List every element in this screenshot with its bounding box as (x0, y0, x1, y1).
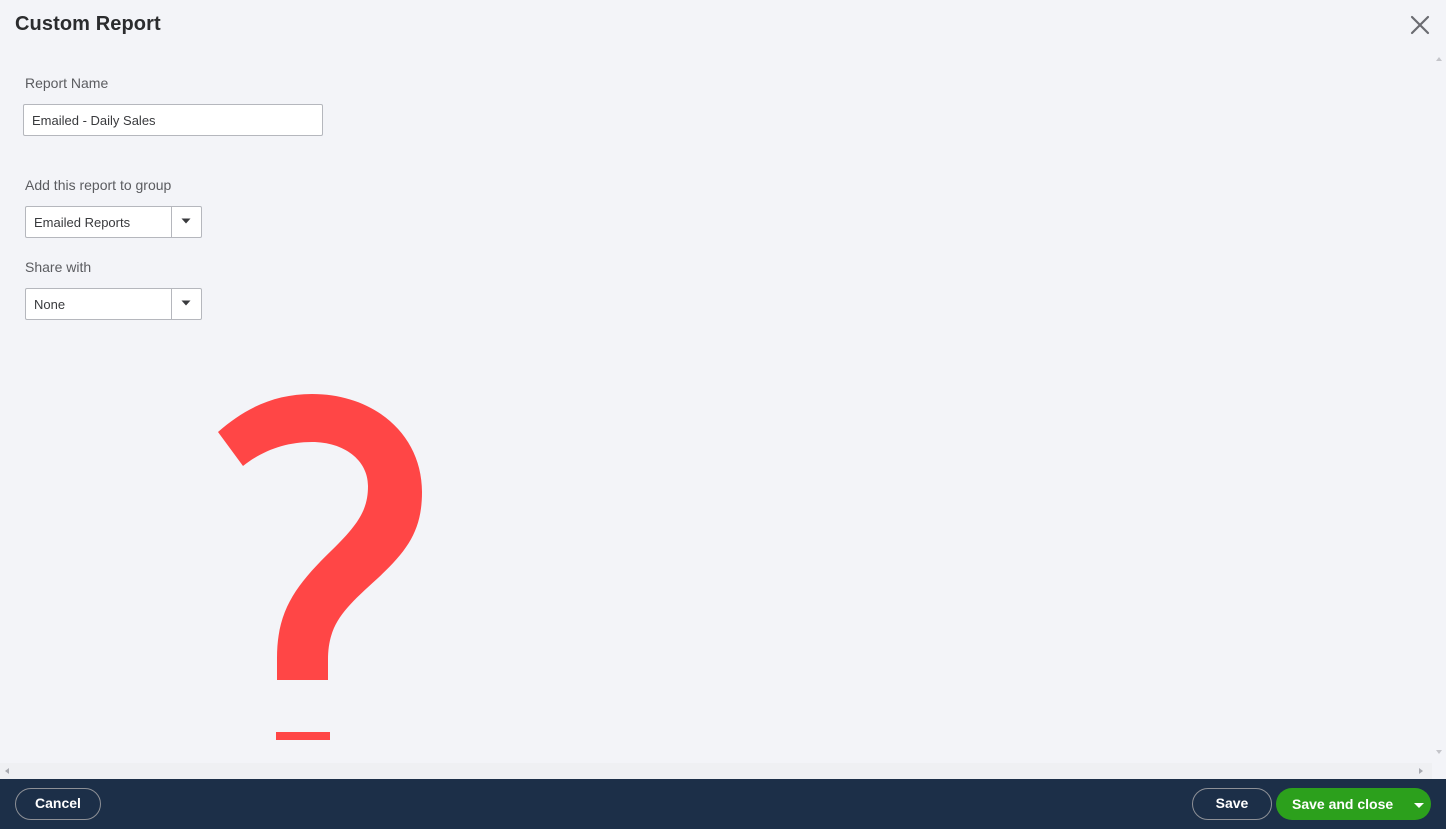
share-with-select[interactable]: None (25, 288, 202, 320)
group-select-value: Emailed Reports (34, 215, 131, 230)
caret-down-icon (181, 218, 191, 224)
dialog-body: Report Name Add this report to group Ema… (0, 52, 1432, 763)
dialog-header: Custom Report (0, 0, 1446, 52)
dialog-title: Custom Report (15, 13, 161, 35)
caret-down-icon (181, 300, 191, 306)
scroll-down-icon[interactable] (1432, 745, 1446, 759)
caret-down-icon (1414, 803, 1424, 808)
dialog-footer: Cancel Save Save and close (0, 779, 1446, 829)
group-label: Add this report to group (25, 177, 172, 193)
close-icon[interactable] (1406, 11, 1434, 39)
scroll-up-icon[interactable] (1432, 52, 1446, 66)
save-and-close-button[interactable]: Save and close (1276, 788, 1431, 820)
save-and-close-label: Save and close (1292, 796, 1394, 812)
report-name-label: Report Name (25, 75, 109, 91)
share-with-select-value: None (34, 297, 66, 312)
scroll-right-icon[interactable] (1414, 764, 1428, 778)
save-button[interactable]: Save (1192, 788, 1272, 820)
cancel-button[interactable]: Cancel (15, 788, 101, 820)
group-select[interactable]: Emailed Reports (25, 206, 202, 238)
share-with-select-toggle[interactable] (171, 289, 201, 319)
share-with-label: Share with (25, 259, 92, 275)
save-options-toggle[interactable] (1407, 788, 1431, 820)
question-mark-icon (218, 394, 422, 740)
custom-report-dialog: Custom Report Report Name Add this repor… (0, 0, 1446, 829)
group-select-toggle[interactable] (171, 207, 201, 237)
report-name-input[interactable] (23, 104, 323, 136)
scroll-left-icon[interactable] (0, 764, 14, 778)
vertical-scrollbar[interactable] (1432, 52, 1446, 763)
horizontal-scrollbar[interactable] (0, 763, 1432, 779)
